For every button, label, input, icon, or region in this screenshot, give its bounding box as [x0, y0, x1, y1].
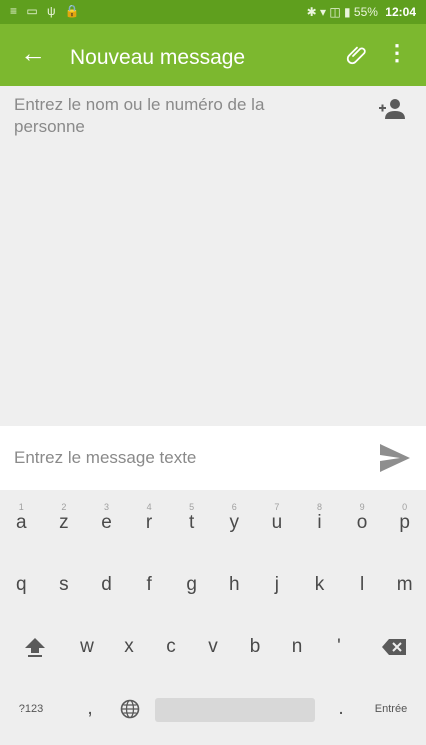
status-time: 12:04	[385, 5, 416, 19]
space-bar[interactable]	[155, 698, 315, 722]
key-g[interactable]: g	[170, 560, 213, 610]
status-right-icons: ✱ ▾ ◫ ▮ 55%	[306, 5, 378, 19]
more-vertical-icon[interactable]: ⋮	[386, 38, 408, 68]
enter-key[interactable]: Entrée	[360, 684, 422, 734]
backspace-icon[interactable]	[366, 622, 422, 672]
key-l[interactable]: l	[341, 560, 384, 610]
key-t[interactable]: 5t	[170, 498, 213, 548]
key-s[interactable]: s	[43, 560, 86, 610]
status-left-icons: ≡ ▭ ψ 🔒	[10, 4, 83, 18]
key-m[interactable]: m	[383, 560, 426, 610]
page-title: Nouveau message	[70, 46, 246, 69]
compose-bar: Entrez le message texte	[0, 426, 426, 490]
key-u[interactable]: 7u	[256, 498, 299, 548]
symbols-key[interactable]: ?123	[6, 684, 56, 734]
key-n[interactable]: n	[276, 622, 318, 672]
recipient-field[interactable]: Entrez le nom ou le numéro de la personn…	[0, 86, 426, 426]
key-a[interactable]: 1a	[0, 498, 43, 548]
keyboard-row-3: w x c v b n '	[0, 622, 426, 672]
key-f[interactable]: f	[128, 560, 171, 610]
status-bar: ≡ ▭ ψ 🔒 ✱ ▾ ◫ ▮ 55% 12:04	[0, 0, 426, 24]
key-w[interactable]: w	[66, 622, 108, 672]
key-j[interactable]: j	[256, 560, 299, 610]
paperclip-icon[interactable]	[346, 39, 370, 69]
back-arrow-icon[interactable]: ←	[20, 38, 46, 68]
key-v[interactable]: v	[192, 622, 234, 672]
key-c[interactable]: c	[150, 622, 192, 672]
message-input[interactable]: Entrez le message texte	[14, 448, 196, 468]
app-bar: ← Nouveau message ⋮	[0, 24, 426, 86]
key-i[interactable]: 8i	[298, 498, 341, 548]
shift-icon[interactable]	[10, 622, 60, 672]
key-o[interactable]: 9o	[341, 498, 384, 548]
keyboard-row-1: 1a 2z 3e 4r 5t 6y 7u 8i 9o 0p	[0, 498, 426, 548]
keyboard-row-4: ?123 , . Entrée	[0, 684, 426, 734]
key-q[interactable]: q	[0, 560, 43, 610]
comma-key[interactable]: ,	[70, 684, 110, 734]
key-d[interactable]: d	[85, 560, 128, 610]
period-key[interactable]: .	[326, 684, 356, 734]
add-contact-icon[interactable]	[378, 98, 406, 120]
key-apostrophe[interactable]: '	[318, 622, 360, 672]
key-z[interactable]: 2z	[43, 498, 86, 548]
globe-icon[interactable]	[110, 684, 150, 734]
key-p[interactable]: 0p	[383, 498, 426, 548]
keyboard-row-2: q s d f g h j k l m	[0, 560, 426, 610]
key-r[interactable]: 4r	[128, 498, 171, 548]
key-e[interactable]: 3e	[85, 498, 128, 548]
key-x[interactable]: x	[108, 622, 150, 672]
key-k[interactable]: k	[298, 560, 341, 610]
recipient-placeholder: Entrez le nom ou le numéro de la personn…	[14, 95, 265, 136]
keyboard: 1a 2z 3e 4r 5t 6y 7u 8i 9o 0p q s d f g …	[0, 490, 426, 745]
status-right: ✱ ▾ ◫ ▮ 55% 12:04	[307, 5, 416, 19]
key-h[interactable]: h	[213, 560, 256, 610]
key-b[interactable]: b	[234, 622, 276, 672]
key-y[interactable]: 6y	[213, 498, 256, 548]
send-icon[interactable]	[378, 442, 412, 474]
